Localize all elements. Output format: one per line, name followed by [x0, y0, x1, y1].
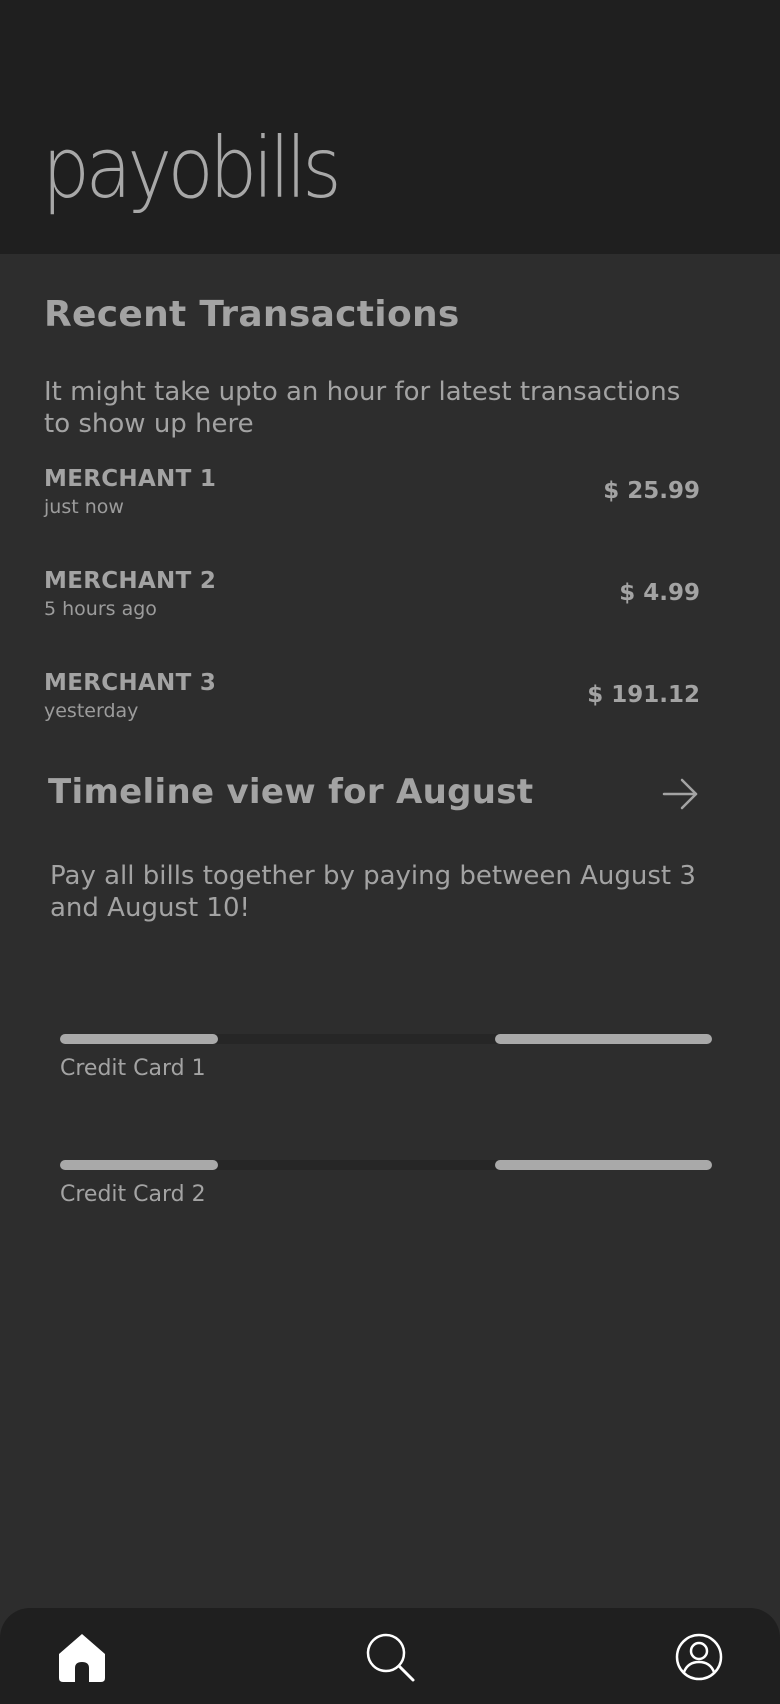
credit-card-timeline-bar: [60, 1160, 712, 1170]
app-header: payobills: [0, 0, 780, 254]
timeline-segment: [494, 1034, 712, 1044]
transaction-merchant: MERCHANT 3: [44, 670, 217, 696]
timeline-segment: [494, 1160, 712, 1170]
recent-transactions-title: Recent Transactions: [44, 294, 460, 335]
transaction-amount: $ 4.99: [619, 580, 700, 606]
credit-card-timeline-bar: [60, 1034, 712, 1044]
app-logo: payobills: [42, 119, 342, 217]
recent-transactions-note: It might take upto an hour for latest tr…: [44, 377, 681, 439]
credit-card-label: Credit Card 2: [60, 1182, 206, 1207]
transaction-amount: $ 25.99: [603, 478, 700, 504]
transaction-item[interactable]: MERCHANT 2 5 hours ago $ 4.99: [44, 568, 700, 628]
home-icon[interactable]: [55, 1630, 109, 1684]
timeline-segment: [60, 1160, 219, 1170]
timeline-title: Timeline view for August: [48, 772, 534, 812]
arrow-right-icon[interactable]: [660, 774, 700, 814]
app-screen: payobills Recent Transactions It might t…: [0, 0, 780, 1704]
transaction-item[interactable]: MERCHANT 3 yesterday $ 191.12: [44, 670, 700, 730]
transaction-time: just now: [44, 496, 124, 518]
transaction-merchant: MERCHANT 2: [44, 568, 217, 594]
timeline-description: Pay all bills together by paying between…: [50, 861, 696, 923]
transaction-time: yesterday: [44, 700, 139, 722]
transaction-time: 5 hours ago: [44, 598, 157, 620]
transaction-amount: $ 191.12: [587, 682, 700, 708]
search-icon[interactable]: [363, 1630, 417, 1684]
credit-card-label: Credit Card 1: [60, 1056, 206, 1081]
profile-icon[interactable]: [672, 1630, 726, 1684]
timeline-segment: [60, 1034, 219, 1044]
bottom-navigation: [0, 1608, 780, 1704]
timeline-header: Timeline view for August: [48, 770, 700, 818]
transaction-item[interactable]: MERCHANT 1 just now $ 25.99: [44, 466, 700, 526]
transaction-merchant: MERCHANT 1: [44, 466, 217, 492]
